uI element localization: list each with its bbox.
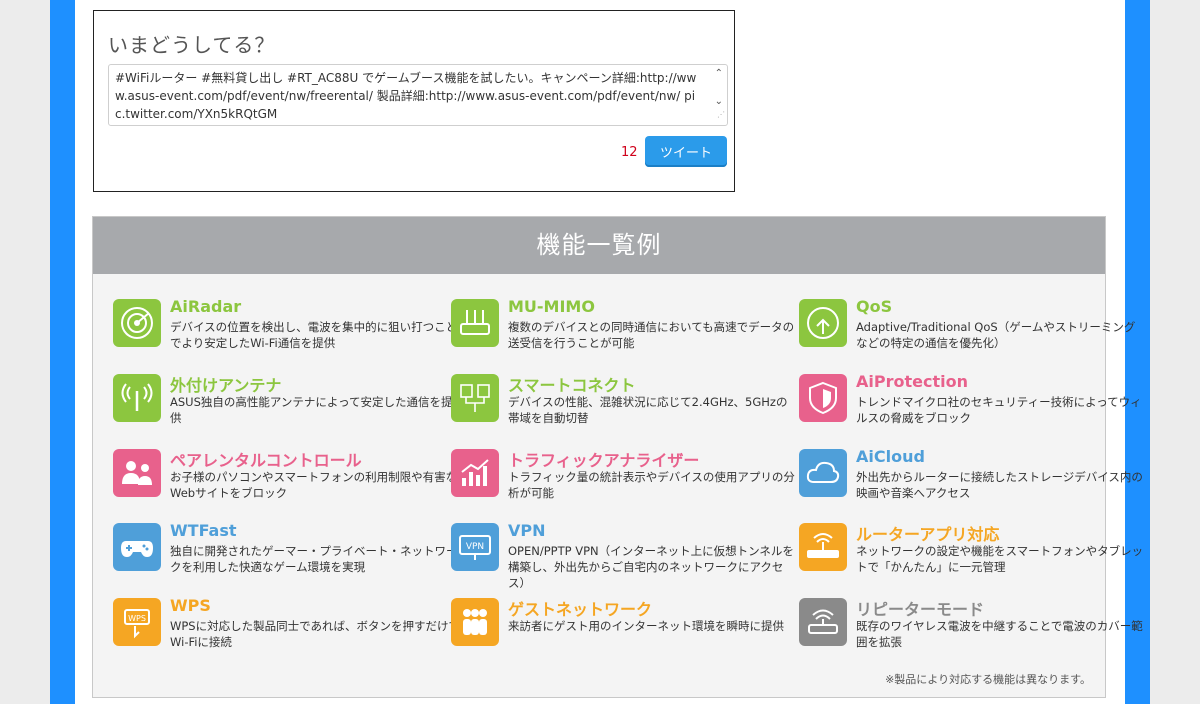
page: いまどうしてる？ #WiFiルーター #無料貸し出し #RT_AC88U でゲー… (75, 0, 1143, 704)
feature-desc: WPSに対応した製品同士であれば、ボタンを押すだけでWi-Fiに接続 (170, 619, 460, 649)
feature-item: WPS WPS WPSに対応した製品同士であれば、ボタンを押すだけでWi-Fiに接続 (113, 596, 460, 656)
smart-connect-icon (451, 374, 499, 422)
feature-title: AiRadar (170, 297, 242, 316)
qos-icon (799, 299, 847, 347)
feature-title: ルーターアプリ対応 (856, 525, 1000, 544)
features-note: ※製品により対応する機能は異なります。 (885, 673, 1091, 686)
feature-item: WTFast 独自に開発されたゲーマー・プライベート・ネットワークを利用した快適な… (113, 521, 458, 581)
antenna-icon (113, 374, 161, 422)
feature-title: VPN (508, 521, 546, 540)
feature-title: ペアレンタルコントロール (170, 451, 362, 470)
feature-item: AiProtection トレンドマイクロ社のセキュリティー技術によってウィルスの… (799, 372, 1142, 432)
feature-item: ペアレンタルコントロール お子様のパソコンやスマートフォンの利用制限や有害なWeb… (113, 447, 457, 507)
feature-desc: デバイスの性能、混雑状況に応じて2.4GHz、5GHzの帯域を自動切替 (508, 395, 788, 425)
feature-item: AiRadar デバイスの位置を検出し、電波を集中的に狙い打つことでより安定したW… (113, 297, 457, 357)
tweet-heading: いまどうしてる？ (108, 33, 276, 57)
feature-desc: 来訪者にゲスト用のインターネット環境を瞬時に提供 (508, 619, 784, 633)
feature-item: MU-MIMO 複数のデバイスとの同時通信においても高速でデータの送受信を行うこと… (451, 297, 794, 357)
feature-desc: Adaptive/Traditional QoS（ゲームやストリーミングなどの特… (856, 320, 1136, 350)
svg-text:VPN: VPN (466, 542, 484, 552)
svg-text:WPS: WPS (128, 614, 146, 623)
feature-item: スマートコネクト デバイスの性能、混雑状況に応じて2.4GHz、5GHzの帯域を自… (451, 372, 787, 432)
feature-desc: お子様のパソコンやスマートフォンの利用制限や有害なWebサイトをブロック (170, 470, 458, 500)
feature-title: AiCloud (856, 447, 925, 466)
tweet-text: #WiFiルーター #無料貸し出し #RT_AC88U でゲームブース機能を試し… (115, 71, 697, 121)
feature-item: ルーターアプリ対応 ネットワークの設定や機能をスマートフォンやタブレットで「かんた… (799, 521, 1143, 581)
feature-title: WPS (170, 596, 211, 615)
feature-item: VPN VPN OPEN/PPTP VPN（インターネット上に仮想トンネルを構築し、… (451, 521, 794, 590)
feature-item: QoS Adaptive/Traditional QoS（ゲームやストリーミングな… (799, 297, 1135, 357)
feature-desc: 複数のデバイスとの同時通信においても高速でデータの送受信を行うことが可能 (508, 320, 795, 350)
feature-item: 外付けアンテナ ASUS独自の高性能アンテナによって安定した通信を提供 (113, 372, 453, 432)
feature-title: 外付けアンテナ (170, 376, 282, 395)
router-icon (451, 299, 499, 347)
feature-title: MU-MIMO (508, 297, 595, 316)
feature-item: トラフィックアナライザー トラフィック量の統計表示やデバイスの使用アプリの分析が可… (451, 447, 795, 507)
features-panel: 機能一覧例 AiRadar デバイスの位置を検出し、電波を集中的に狙い打つことでよ… (92, 216, 1143, 698)
feature-title: トラフィックアナライザー (508, 451, 700, 470)
feature-desc: OPEN/PPTP VPN（インターネット上に仮想トンネルを構築し、外出先からご… (508, 544, 794, 590)
tweet-textarea[interactable]: #WiFiルーター #無料貸し出し #RT_AC88U でゲームブース機能を試し… (108, 64, 728, 126)
feature-desc: トラフィック量の統計表示やデバイスの使用アプリの分析が可能 (508, 470, 795, 500)
repeater-icon (799, 598, 847, 646)
tweet-button[interactable]: ツイート (645, 136, 727, 167)
vpn-icon: VPN (451, 523, 499, 571)
feature-title: スマートコネクト (508, 376, 636, 395)
feature-desc: デバイスの位置を検出し、電波を集中的に狙い打つことでより安定したWi-Fi通信を… (170, 320, 458, 350)
feature-title: ゲストネットワーク (508, 600, 653, 619)
wps-icon: WPS (113, 598, 161, 646)
feature-title: WTFast (170, 521, 237, 540)
radar-icon (113, 299, 161, 347)
feature-title: AiProtection (856, 372, 968, 391)
feature-item: ゲストネットワーク 来訪者にゲスト用のインターネット環境を瞬時に提供 (451, 596, 784, 656)
feature-item: リピーターモード 既存のワイヤレス電波を中継することで電波のカバー範囲を拡張 (799, 596, 1143, 656)
gamepad-icon (113, 523, 161, 571)
feature-title: QoS (856, 297, 893, 316)
shield-icon (799, 374, 847, 422)
feature-desc: 外出先からルーターに接続したストレージデバイス内の映画や音楽へアクセス (856, 470, 1143, 500)
scroll-up-icon[interactable]: ⌃ (715, 69, 723, 79)
feature-item: AiCloud 外出先からルーターに接続したストレージデバイス内の映画や音楽へアク… (799, 447, 1143, 507)
router-app-icon (799, 523, 847, 571)
feature-desc: 独自に開発されたゲーマー・プライベート・ネットワークを利用した快適なゲーム環境を… (170, 544, 458, 574)
feature-desc: トレンドマイクロ社のセキュリティー技術によってウィルスの脅威をブロック (856, 395, 1142, 425)
feature-desc: 既存のワイヤレス電波を中継することで電波のカバー範囲を拡張 (856, 619, 1143, 649)
features-title: 機能一覧例 (93, 217, 1105, 274)
feature-title: リピーターモード (856, 600, 985, 619)
tweet-box: いまどうしてる？ #WiFiルーター #無料貸し出し #RT_AC88U でゲー… (93, 10, 735, 192)
resize-grip-icon[interactable]: ⋰ (717, 106, 725, 124)
feature-desc: ASUS独自の高性能アンテナによって安定した通信を提供 (170, 395, 453, 425)
feature-desc: ネットワークの設定や機能をスマートフォンやタブレットで「かんたん」に一元管理 (856, 544, 1144, 574)
parental-icon (113, 449, 161, 497)
cloud-icon (799, 449, 847, 497)
chart-icon (451, 449, 499, 497)
char-count: 12 (621, 145, 638, 160)
guest-icon (451, 598, 499, 646)
